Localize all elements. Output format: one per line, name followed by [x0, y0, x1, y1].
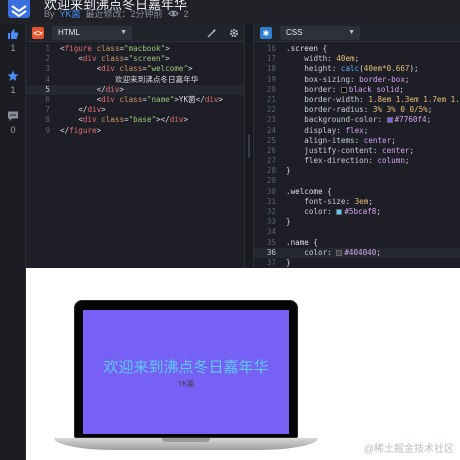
- html-code[interactable]: 1 <figure class="macbook"> 2 <div class="…: [26, 44, 244, 136]
- code-line: 9 </figure>: [45, 125, 102, 135]
- code-line: 1 <figure class="macbook">: [45, 44, 170, 53]
- like-action[interactable]: 1: [0, 28, 26, 53]
- html-language-select[interactable]: HTML ▼: [52, 26, 132, 40]
- by-label: By: [44, 8, 55, 19]
- star-icon[interactable]: [7, 70, 19, 82]
- eye-icon: [167, 10, 179, 17]
- chevron-down-icon: ▼: [120, 29, 127, 36]
- thumbs-up-icon[interactable]: [7, 28, 19, 40]
- last-modified: 最近修改：2分钟前: [85, 9, 163, 19]
- css-language-label: CSS: [286, 28, 303, 37]
- like-count: 1: [10, 43, 16, 53]
- name-text: YK菌: [177, 380, 195, 388]
- code-line: 3 <div class="welcome">: [45, 64, 193, 74]
- welcome-text: 欢迎来到沸点冬日嘉年华: [103, 357, 269, 376]
- css-editor-toolbar: ✱ CSS ▼: [254, 24, 460, 42]
- settings-gear-icon[interactable]: [228, 27, 240, 39]
- code-line: 4 欢迎来到沸点冬日嘉年华: [45, 74, 199, 84]
- html-editor-toolbar: <> HTML ▼: [26, 24, 244, 42]
- star-action[interactable]: 1: [0, 70, 26, 95]
- comment-count: 0: [10, 125, 16, 135]
- code-line: 7 </div>: [45, 105, 106, 115]
- app-root: 欢迎来到沸点冬日嘉年华 By YK菌 最近修改：2分钟前 2 1 1 0 <> …: [0, 0, 460, 460]
- editor-split-handle[interactable]: [244, 24, 254, 268]
- html5-icon: <>: [32, 27, 44, 39]
- macbook-lid: 欢迎来到沸点冬日嘉年华 YK菌: [74, 300, 298, 438]
- css-editor[interactable]: ✱ CSS ▼ 16 .screen { 17 width: 40em; 18 h…: [254, 24, 460, 268]
- page-meta: By YK菌 最近修改：2分钟前 2: [44, 7, 189, 20]
- code-line-active: 5 </div>: [26, 84, 244, 95]
- chevron-down-icon: ▼: [348, 29, 355, 36]
- code-line: 8 <div class="base"></div>: [45, 115, 189, 125]
- code-line: 2 <div class="screen">: [45, 54, 170, 64]
- left-rail: 1 1 0: [0, 24, 26, 460]
- comment-icon[interactable]: [7, 110, 19, 122]
- juejin-logo-icon[interactable]: [6, 0, 32, 20]
- macbook-figure: 欢迎来到沸点冬日嘉年华 YK菌: [54, 300, 318, 452]
- comment-action[interactable]: 0: [0, 110, 26, 135]
- html-editor[interactable]: <> HTML ▼ 1 <figure class="macbook"> 2 <d…: [26, 24, 244, 268]
- watermark: @稀土掘金技术社区: [363, 444, 454, 455]
- format-wand-icon[interactable]: [206, 27, 218, 39]
- header: 欢迎来到沸点冬日嘉年华 By YK菌 最近修改：2分钟前 2: [0, 0, 460, 24]
- css-language-select[interactable]: CSS ▼: [280, 26, 360, 40]
- macbook-screen: 欢迎来到沸点冬日嘉年华 YK菌: [83, 310, 289, 434]
- code-line: 6 <div class="name">YK菌</div>: [45, 94, 224, 104]
- css3-icon: ✱: [260, 27, 272, 39]
- view-count: 2: [183, 8, 189, 19]
- star-count: 1: [10, 85, 16, 95]
- macbook-base: [54, 438, 318, 450]
- css-code[interactable]: 16 .screen { 17 width: 40em; 18 height: c…: [254, 44, 460, 268]
- author-link[interactable]: YK菌: [60, 7, 81, 20]
- html-language-label: HTML: [58, 28, 80, 37]
- preview-pane: 欢迎来到沸点冬日嘉年华 YK菌 @稀土掘金技术社区: [26, 268, 460, 460]
